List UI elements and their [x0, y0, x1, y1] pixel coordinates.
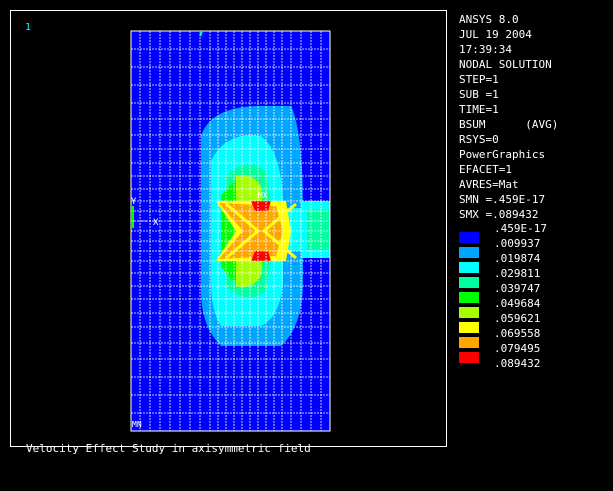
triad-y-label: Y [131, 197, 137, 207]
legend-row: .029811 [459, 266, 599, 288]
legend-row: .049684 [459, 296, 599, 318]
info-efacet: EFACET=1 [459, 163, 512, 176]
info-avres: AVRES=Mat [459, 178, 519, 191]
triad-x-label: X [153, 218, 159, 228]
legend-row: .009937 [459, 236, 599, 258]
plot-title: Velocity Effect Study in axisymmetric fi… [26, 442, 311, 455]
nodal-solution-contour-plot[interactable]: Y X MX MN [11, 11, 446, 446]
legend-row: .039747 [459, 281, 599, 303]
info-sub: SUB =1 [459, 88, 499, 101]
info-version: ANSYS 8.0 [459, 13, 519, 26]
info-date: JUL 19 2004 [459, 28, 532, 41]
legend-row: .089432 [459, 356, 599, 371]
legend-value: .059621 [494, 312, 541, 325]
legend-value: .079495 [494, 342, 541, 355]
legend-value: .039747 [494, 282, 541, 295]
info-time: 17:39:34 [459, 43, 512, 56]
solution-info-panel: ANSYS 8.0 JUL 19 2004 17:39:34 NODAL SOL… [459, 12, 558, 222]
info-bsum: BSUM (AVG) [459, 118, 559, 131]
legend-value: .049684 [494, 297, 541, 310]
legend-value: .019874 [494, 252, 541, 265]
info-smn: SMN =.459E-17 [459, 193, 546, 206]
legend-value: .009937 [494, 237, 541, 250]
legend-value: .069558 [494, 327, 541, 340]
info-time-value: TIME=1 [459, 103, 499, 116]
legend-row: .079495 [459, 341, 599, 363]
info-powergraphics: PowerGraphics [459, 148, 546, 161]
legend-row: .059621 [459, 311, 599, 333]
legend-value: .089432 [494, 357, 541, 370]
info-rsys: RSYS=0 [459, 133, 499, 146]
info-smx: SMX =.089432 [459, 208, 539, 221]
info-solution-type: NODAL SOLUTION [459, 58, 552, 71]
legend-row: .069558 [459, 326, 599, 348]
graphics-viewport[interactable]: 1 Y X MX MN Velocity Effect Study in axi… [10, 10, 447, 455]
min-marker-label: MN [132, 420, 142, 429]
legend-row: .019874 [459, 251, 599, 273]
info-step: STEP=1 [459, 73, 499, 86]
contour-arm-tip-inner [307, 209, 330, 250]
legend-value: .459E-17 [494, 222, 547, 235]
legend-value: .029811 [494, 267, 541, 280]
legend-row: .459E-17 [459, 221, 599, 243]
max-marker-label: MX [258, 191, 268, 200]
